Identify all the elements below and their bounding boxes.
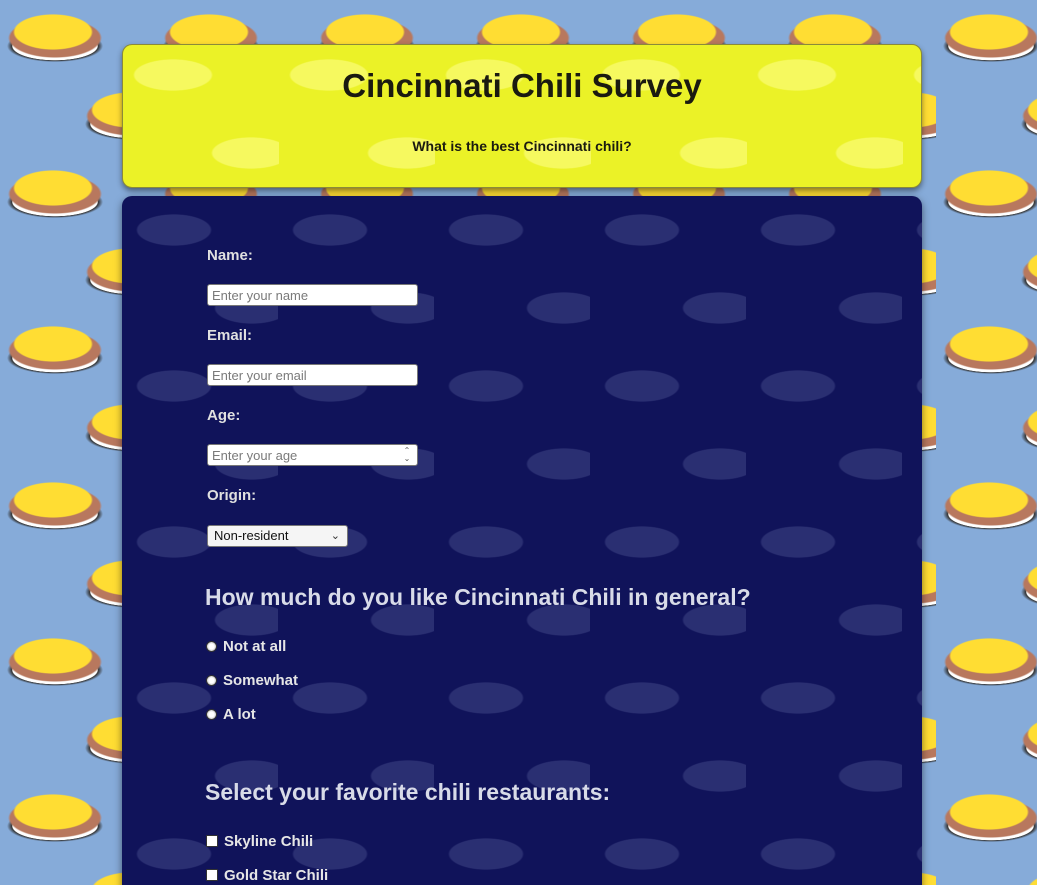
origin-select[interactable]: Non-resident ⌄ [207,525,348,547]
email-label: Email: [207,327,253,344]
name-label: Name: [207,247,253,264]
origin-label: Origin: [207,487,257,504]
page-subtitle: What is the best Cincinnati chili? [412,138,632,154]
survey-form: Name: Email: Age: ⌃ ⌄ Origin: Non-reside… [122,196,922,885]
radio-button[interactable] [206,708,217,720]
like-question-heading: How much do you like Cincinnati Chili in… [205,584,751,610]
age-input[interactable] [207,444,418,466]
radio-option-not-at-all[interactable]: Not at all [206,636,286,656]
age-label: Age: [207,407,241,424]
page-title: Cincinnati Chili Survey [342,67,702,104]
checkbox-option-gold-star-chili[interactable]: Gold Star Chili [206,865,328,885]
chevron-down-icon: ⌄ [330,530,340,542]
checkbox[interactable] [206,835,218,847]
checkbox-label: Gold Star Chili [224,866,329,884]
checkbox-option-skyline-chili[interactable]: Skyline Chili [206,831,313,851]
number-spinner-icon[interactable]: ⌃ ⌄ [401,447,413,463]
restaurants-question-heading: Select your favorite chili restaurants: [205,779,611,805]
age-field: ⌃ ⌄ [207,444,418,466]
origin-selected-value: Non-resident [214,528,289,543]
email-input[interactable] [207,364,418,386]
radio-label: A lot [223,705,256,723]
radio-button[interactable] [206,640,217,652]
checkbox[interactable] [206,869,218,881]
name-input[interactable] [207,284,418,306]
radio-option-a-lot[interactable]: A lot [206,704,256,724]
radio-label: Somewhat [223,671,299,689]
survey-header: Cincinnati Chili Survey What is the best… [122,44,922,188]
radio-button[interactable] [206,674,217,686]
checkbox-label: Skyline Chili [224,832,314,850]
radio-option-somewhat[interactable]: Somewhat [206,670,298,690]
radio-label: Not at all [223,637,287,655]
